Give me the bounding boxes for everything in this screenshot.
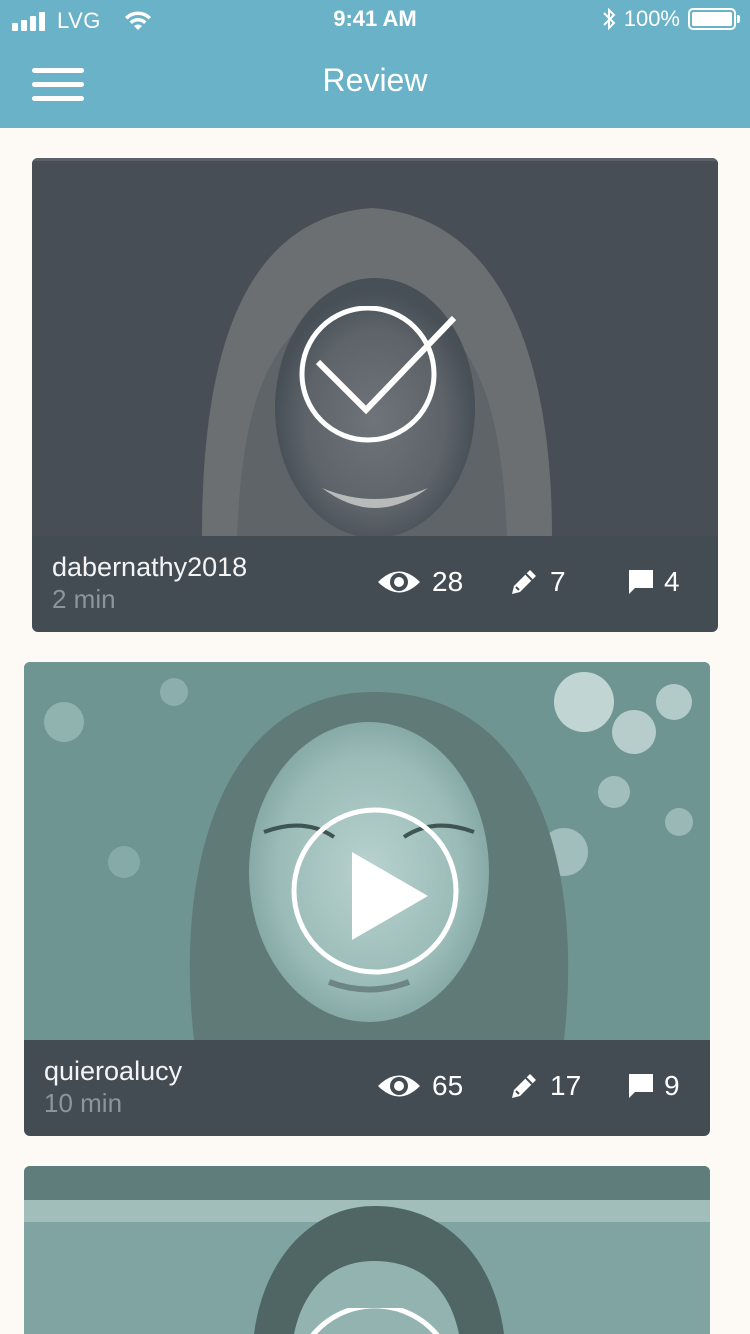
page-title: Review bbox=[322, 62, 428, 98]
edits-count: 17 bbox=[550, 1070, 582, 1101]
views-count: 65 bbox=[432, 1070, 464, 1101]
comments-stat: 4 bbox=[628, 566, 680, 598]
review-card[interactable]: quieroalucy 10 min 65 17 9 bbox=[24, 662, 710, 1136]
play-circle-icon[interactable] bbox=[290, 1308, 460, 1334]
battery-icon bbox=[688, 8, 740, 30]
card-footer: dabernathy2018 2 min 28 7 4 bbox=[32, 536, 718, 632]
play-circle-icon[interactable] bbox=[290, 806, 460, 976]
edits-stat: 17 bbox=[508, 1070, 581, 1102]
duration: 10 min bbox=[44, 1088, 123, 1118]
app-header: LVG 9:41 AM 100% Review bbox=[0, 0, 750, 128]
video-thumbnail bbox=[24, 1166, 710, 1334]
video-thumbnail bbox=[24, 662, 710, 1040]
comment-icon bbox=[629, 570, 653, 594]
comments-stat: 9 bbox=[628, 1070, 680, 1102]
views-stat: 65 bbox=[376, 1070, 463, 1102]
comments-count: 9 bbox=[664, 1070, 680, 1101]
check-circle-icon[interactable] bbox=[298, 306, 468, 456]
status-bar: LVG 9:41 AM 100% bbox=[0, 0, 750, 40]
edits-stat: 7 bbox=[508, 566, 566, 598]
username[interactable]: quieroalucy bbox=[44, 1056, 182, 1087]
status-right: 100% bbox=[602, 6, 740, 32]
eye-icon bbox=[378, 571, 420, 593]
bluetooth-icon bbox=[603, 7, 616, 31]
review-card[interactable] bbox=[24, 1166, 710, 1334]
eye-icon bbox=[378, 1075, 420, 1097]
duration: 2 min bbox=[52, 584, 116, 614]
video-thumbnail bbox=[32, 158, 718, 536]
pencil-icon bbox=[512, 1074, 536, 1098]
pencil-icon bbox=[512, 570, 536, 594]
views-count: 28 bbox=[432, 566, 464, 597]
card-footer: quieroalucy 10 min 65 17 9 bbox=[24, 1040, 710, 1136]
edits-count: 7 bbox=[550, 566, 566, 597]
views-stat: 28 bbox=[376, 566, 463, 598]
comment-icon bbox=[629, 1074, 653, 1098]
username[interactable]: dabernathy2018 bbox=[52, 552, 247, 583]
battery-percent: 100% bbox=[623, 6, 680, 31]
review-card[interactable]: dabernathy2018 2 min 28 7 4 bbox=[32, 158, 718, 632]
comments-count: 4 bbox=[664, 566, 680, 597]
